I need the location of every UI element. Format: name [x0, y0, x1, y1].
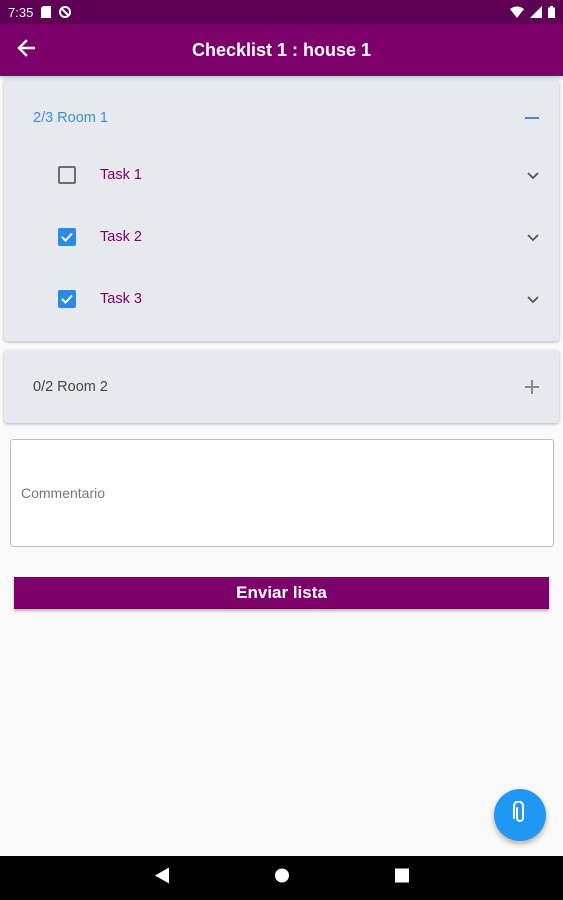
- task-row-3[interactable]: Task 3: [4, 275, 559, 323]
- arrow-back-icon: [17, 38, 36, 62]
- home-circle-icon: [274, 868, 290, 889]
- send-list-button[interactable]: Enviar lista: [14, 577, 549, 609]
- status-time: 7:35: [8, 4, 34, 20]
- task-row-2[interactable]: Task 2: [4, 213, 559, 261]
- no-sync-icon: [59, 6, 72, 18]
- task-row-1[interactable]: Task 1: [4, 151, 559, 199]
- room-label-1: 2/3 Room 1: [33, 110, 108, 126]
- battery-icon: [548, 6, 555, 18]
- status-bar: 7:35: [0, 0, 563, 24]
- nav-home-button[interactable]: [274, 868, 290, 889]
- chevron-down-icon[interactable]: [525, 229, 541, 245]
- back-button[interactable]: [0, 24, 52, 76]
- app-bar: Checklist 1 : house 1: [0, 24, 563, 76]
- attach-fab-button[interactable]: [494, 789, 546, 841]
- comment-input[interactable]: Commentario: [10, 439, 554, 547]
- chevron-down-icon[interactable]: [525, 291, 541, 307]
- room-panel-1: 2/3 Room 1 Task 1 Task 2 Task 3: [4, 80, 559, 341]
- task-checkbox-2[interactable]: [58, 228, 76, 246]
- task-label-2: Task 2: [100, 229, 142, 245]
- minus-icon[interactable]: [523, 109, 541, 127]
- room-header-1[interactable]: 2/3 Room 1: [4, 93, 559, 143]
- room-header-2[interactable]: 0/2 Room 2: [4, 362, 559, 412]
- back-triangle-icon: [155, 867, 169, 889]
- task-checkbox-1[interactable]: [58, 166, 76, 184]
- wifi-icon: [510, 6, 524, 18]
- recents-square-icon: [395, 868, 409, 888]
- page-title: Checklist 1 : house 1: [191, 39, 372, 60]
- signal-icon: [530, 6, 542, 18]
- comment-placeholder: Commentario: [21, 485, 106, 501]
- plus-icon[interactable]: [523, 378, 541, 396]
- task-label-3: Task 3: [100, 291, 142, 307]
- nav-recents-button[interactable]: [395, 868, 409, 888]
- chevron-down-icon[interactable]: [525, 167, 541, 183]
- nav-back-button[interactable]: [155, 867, 169, 889]
- room-panel-2: 0/2 Room 2: [4, 350, 559, 423]
- sd-card-icon: [41, 6, 52, 18]
- paperclip-icon: [511, 800, 529, 830]
- task-label-1: Task 1: [100, 167, 142, 183]
- system-nav-bar: [0, 856, 563, 900]
- task-checkbox-3[interactable]: [58, 290, 76, 308]
- room-label-2: 0/2 Room 2: [33, 379, 108, 395]
